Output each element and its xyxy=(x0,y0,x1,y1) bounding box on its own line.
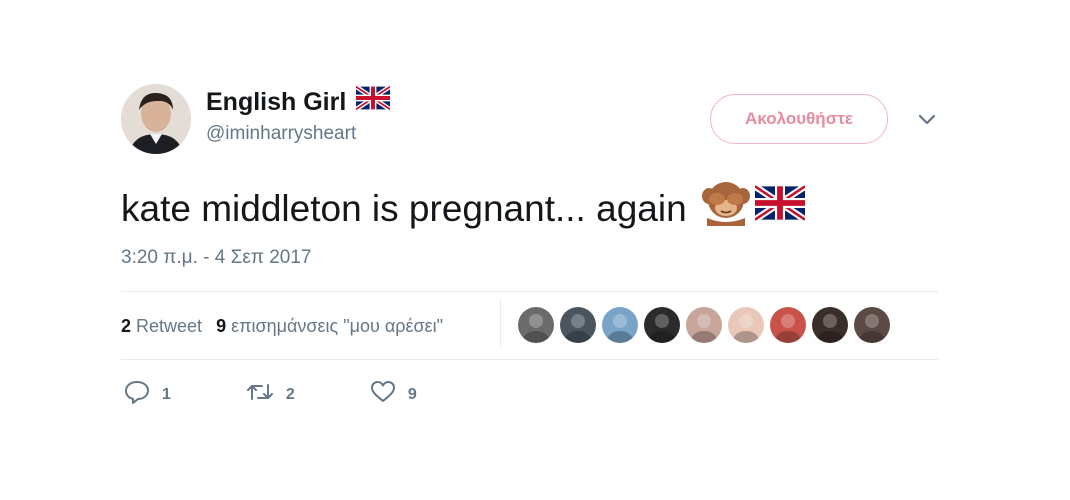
retweet-button[interactable]: 2 xyxy=(246,381,295,408)
tweet-stats: 2 Retweet 9 επισημάνσεις "μου αρέσει" xyxy=(121,312,457,340)
reply-count: 1 xyxy=(162,385,171,403)
user-handle[interactable]: @iminharrysheart xyxy=(206,122,356,146)
stats-separator xyxy=(500,298,501,348)
like-stat-label: επισημάνσεις "μου αρέσει" xyxy=(231,315,444,336)
retweet-stat[interactable]: 2 Retweet xyxy=(121,316,202,337)
liker-avatar[interactable] xyxy=(812,307,848,343)
liker-avatar[interactable] xyxy=(728,307,764,343)
liker-avatar[interactable] xyxy=(770,307,806,343)
reply-button[interactable]: 1 xyxy=(124,380,171,409)
liker-avatars xyxy=(518,307,890,343)
avatar[interactable] xyxy=(121,84,191,154)
uk-flag-icon xyxy=(355,84,392,117)
divider xyxy=(121,359,938,360)
like-button[interactable]: 9 xyxy=(370,380,417,409)
tweet-actions: 1 2 9 xyxy=(124,380,492,409)
liker-avatar[interactable] xyxy=(686,307,722,343)
tweet-body: kate middleton is pregnant... again xyxy=(121,188,687,229)
display-name-text: English Girl xyxy=(206,87,347,116)
tweet-text: kate middleton is pregnant... again xyxy=(121,180,807,238)
retweet-stat-count: 2 xyxy=(121,315,132,336)
liker-avatar[interactable] xyxy=(644,307,680,343)
like-stat[interactable]: 9 επισημάνσεις "μου αρέσει" xyxy=(216,316,443,337)
see-no-evil-monkey-icon xyxy=(701,180,751,238)
uk-flag-icon xyxy=(752,183,807,233)
liker-avatar[interactable] xyxy=(518,307,554,343)
follow-button[interactable]: Ακολουθήστε xyxy=(710,94,888,144)
emoji-group xyxy=(701,180,807,238)
retweet-count: 2 xyxy=(285,385,295,403)
heart-icon xyxy=(370,380,396,409)
like-stat-count: 9 xyxy=(216,315,227,336)
liker-avatar[interactable] xyxy=(854,307,890,343)
divider xyxy=(121,291,938,292)
reply-icon xyxy=(124,380,150,409)
retweet-stat-label: Retweet xyxy=(136,315,203,336)
profile-photo-icon xyxy=(121,84,191,154)
like-count: 9 xyxy=(407,385,417,403)
tweet-card: English Girl @iminharrysheart Ακολουθήστ… xyxy=(0,0,1070,500)
display-name[interactable]: English Girl xyxy=(206,84,392,117)
chevron-down-icon[interactable] xyxy=(917,112,937,128)
timestamp[interactable]: 3:20 π.μ. - 4 Σεπ 2017 xyxy=(121,246,311,270)
liker-avatar[interactable] xyxy=(602,307,638,343)
retweet-icon xyxy=(246,381,274,408)
liker-avatar[interactable] xyxy=(560,307,596,343)
